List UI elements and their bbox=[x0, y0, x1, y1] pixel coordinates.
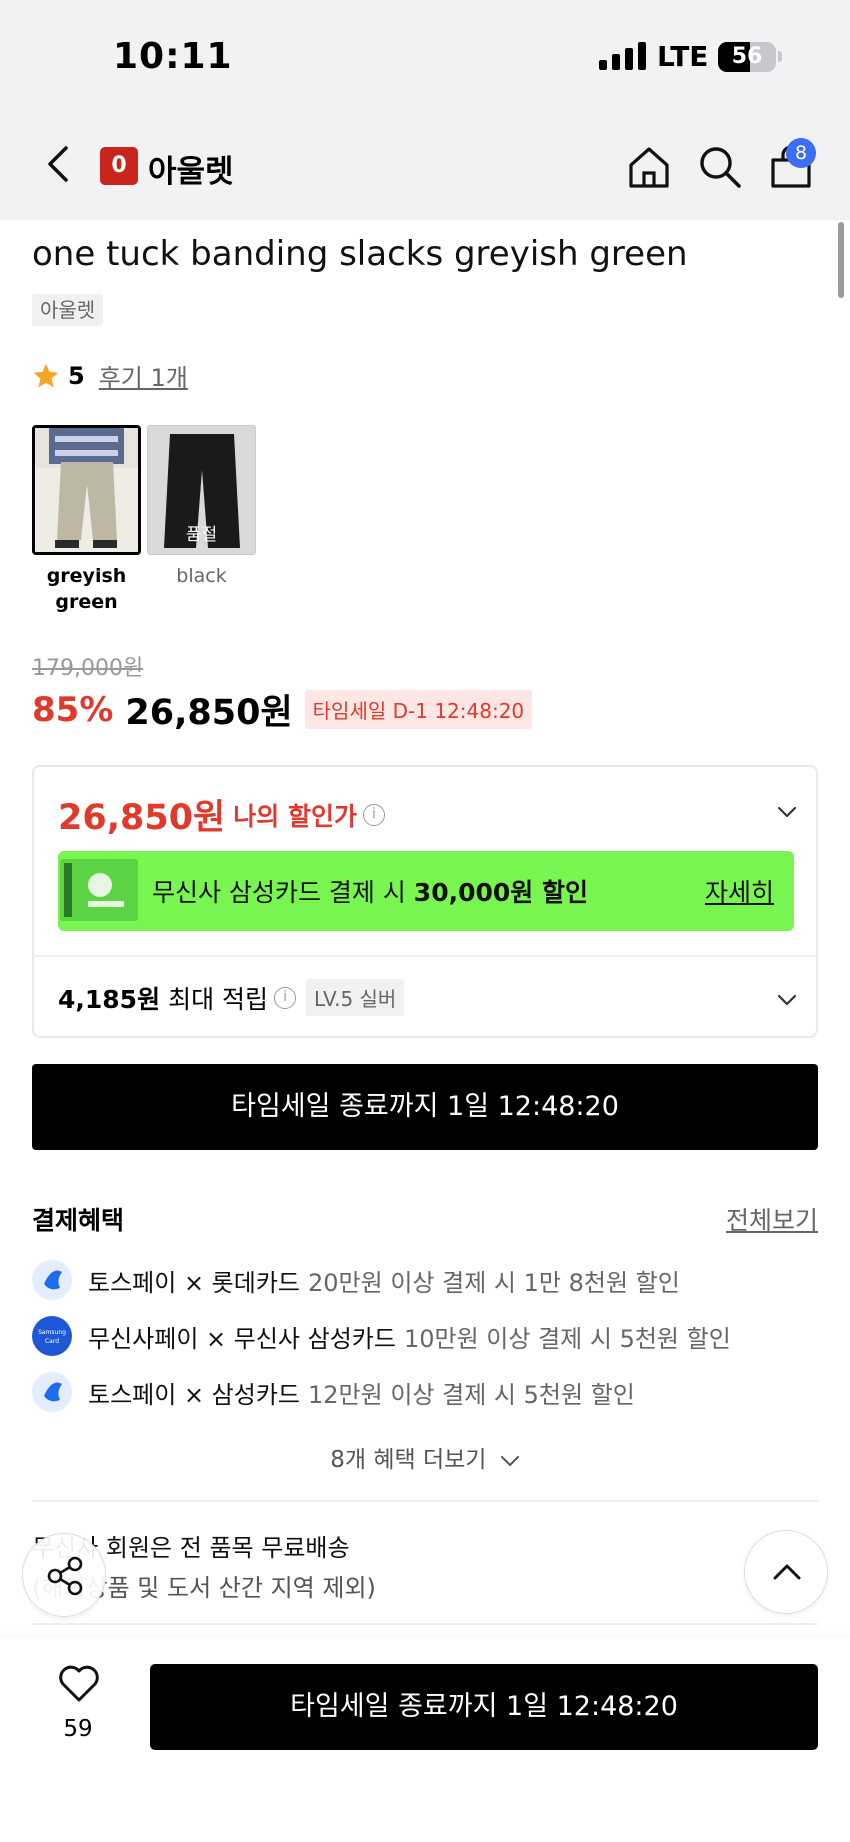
share-button[interactable] bbox=[22, 1533, 106, 1617]
network-label: LTE bbox=[657, 40, 709, 73]
timesale-countdown-button[interactable]: 타임세일 종료까지 1일 12:48:20 bbox=[32, 1064, 818, 1150]
chevron-up-icon bbox=[773, 1564, 801, 1580]
points-amount: 4,185원 bbox=[58, 984, 161, 1014]
price-row: 85% 26,850원 타임세일 D-1 12:48:20 bbox=[32, 684, 533, 735]
divider bbox=[34, 955, 816, 957]
heart-icon[interactable] bbox=[58, 1664, 100, 1704]
rating-score: 5 bbox=[68, 361, 85, 390]
option-black[interactable]: 품절 bbox=[147, 425, 256, 555]
product-title: one tuck banding slacks greyish green bbox=[32, 234, 688, 274]
points-label: 최대 적립 bbox=[168, 984, 269, 1014]
status-bar: 10:11 LTE 56 bbox=[0, 0, 850, 110]
star-icon bbox=[33, 363, 59, 387]
info-icon[interactable]: i bbox=[274, 986, 297, 1009]
chevron-down-icon[interactable] bbox=[776, 989, 798, 1011]
toss-icon bbox=[32, 1260, 72, 1300]
toss-icon bbox=[32, 1372, 72, 1412]
info-icon[interactable]: i bbox=[362, 803, 385, 826]
level-chip: LV.5 실버 bbox=[306, 979, 405, 1016]
scroll-to-top-button[interactable] bbox=[744, 1530, 828, 1614]
payment-benefit-item[interactable]: 토스페이 × 삼성카드 12만원 이상 결제 시 5천원 할인 bbox=[32, 1372, 635, 1412]
my-price: 26,850원 bbox=[58, 798, 226, 838]
my-price-label: 나의 할인가 bbox=[233, 801, 357, 831]
brand-name[interactable]: 아울렛 bbox=[148, 146, 234, 191]
back-icon[interactable] bbox=[38, 142, 78, 186]
bottom-action-bar: 59 타임세일 종료까지 1일 12:48:20 bbox=[0, 1638, 850, 1842]
like-count: 59 bbox=[63, 1716, 93, 1742]
card-more-link[interactable]: 자세히 bbox=[705, 873, 774, 909]
home-icon[interactable] bbox=[626, 144, 672, 190]
chevron-down-icon[interactable] bbox=[776, 801, 798, 823]
search-icon[interactable] bbox=[697, 144, 743, 190]
reviews-link[interactable]: 후기 1개 bbox=[99, 358, 188, 393]
points-row: 4,185원 최대 적립 i LV.5 실버 bbox=[58, 979, 405, 1016]
brand-chip[interactable]: 아울렛 bbox=[32, 294, 104, 326]
samsung-card-icon: Samsung Card bbox=[32, 1316, 72, 1356]
divider bbox=[32, 1500, 818, 1502]
card-promo-banner[interactable]: 무신사 삼성카드 결제 시 30,000원 할인 자세히 bbox=[58, 851, 794, 931]
option-label: greyish green bbox=[46, 565, 127, 613]
share-icon bbox=[47, 1556, 83, 1596]
sold-out-label: 품절 bbox=[185, 525, 218, 545]
sale-price: 26,850원 bbox=[125, 693, 293, 733]
timesale-badge: 타임세일 D-1 12:48:20 bbox=[304, 690, 533, 729]
more-benefits-button[interactable]: 8개 혜택 더보기 bbox=[0, 1440, 850, 1474]
buy-button[interactable]: 타임세일 종료까지 1일 12:48:20 bbox=[150, 1664, 818, 1750]
rating: 5 후기 1개 bbox=[32, 358, 188, 393]
cart-count-badge: 8 bbox=[786, 138, 816, 168]
chevron-down-icon bbox=[500, 1455, 519, 1466]
payment-benefit-item[interactable]: Samsung Card 무신사페이 × 무신사 삼성카드 10만원 이상 결제… bbox=[32, 1316, 731, 1356]
payment-benefits-title: 결제혜택 bbox=[32, 1206, 125, 1235]
option-greyish-green[interactable] bbox=[32, 425, 141, 555]
battery-level: 56 bbox=[731, 44, 763, 69]
divider bbox=[32, 1623, 818, 1625]
card-image bbox=[60, 859, 138, 921]
view-all-link[interactable]: 전체보기 bbox=[726, 1201, 818, 1237]
original-price: 179,000원 bbox=[32, 656, 144, 681]
scrollbar[interactable] bbox=[838, 222, 844, 298]
payment-benefit-item[interactable]: 토스페이 × 롯데카드 20만원 이상 결제 시 1만 8천원 할인 bbox=[32, 1260, 680, 1300]
top-nav: 0 아울렛 8 bbox=[0, 110, 850, 220]
signal-icon bbox=[599, 42, 646, 70]
discount-rate: 85% bbox=[32, 689, 114, 730]
benefit-box: 26,850원 나의 할인가 i 무신사 삼성카드 결제 시 30,000원 할… bbox=[32, 765, 818, 1038]
product-thumbnail bbox=[35, 428, 138, 552]
brand-logo[interactable]: 0 bbox=[100, 147, 138, 185]
option-label: black bbox=[176, 565, 227, 587]
status-time: 10:11 bbox=[113, 36, 233, 77]
battery-icon: 56 bbox=[718, 42, 776, 72]
my-price-row: 26,850원 나의 할인가 i bbox=[58, 789, 385, 840]
card-promo-text: 무신사 삼성카드 결제 시 30,000원 할인 bbox=[152, 878, 588, 907]
